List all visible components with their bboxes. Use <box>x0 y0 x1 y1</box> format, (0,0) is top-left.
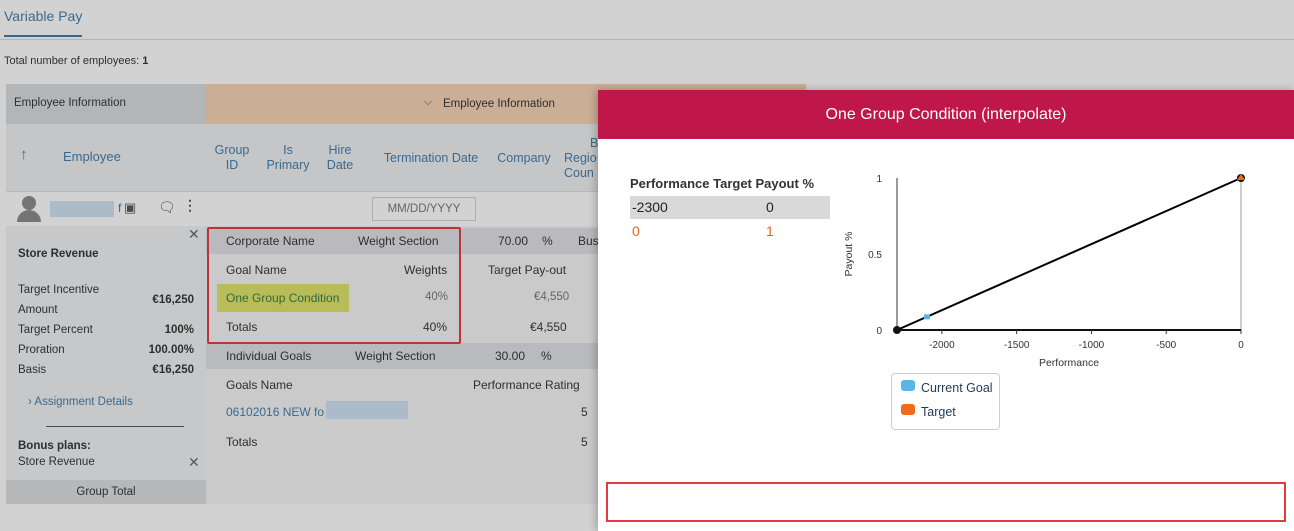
table-header-payout: Target Payout % <box>713 176 814 191</box>
x-tick-label: -1500 <box>1004 340 1030 351</box>
legend-swatch <box>901 380 915 391</box>
current-goal-point <box>923 314 930 320</box>
table-row: -2300 0 <box>630 196 830 219</box>
dialog-title: One Group Condition (interpolate) <box>598 90 1294 139</box>
table-cell-performance: 0 <box>632 223 640 239</box>
dialog-footer <box>606 482 1286 522</box>
table-cell-payout: 0 <box>766 199 774 215</box>
legend-swatch <box>901 404 915 415</box>
x-tick-label: -500 <box>1156 340 1176 351</box>
chart-legend: Current Goal Target <box>891 373 1000 430</box>
y-tick-label: 0.5 <box>868 250 882 261</box>
y-axis-label: Payout % <box>843 232 855 277</box>
target-line <box>896 177 1242 331</box>
target-line-point <box>893 326 901 334</box>
table-cell-performance: -2300 <box>632 199 668 215</box>
x-tick-label: -1000 <box>1079 340 1105 351</box>
legend-item-current-goal[interactable]: Current Goal <box>901 380 993 395</box>
table-header-performance: Performance <box>630 176 710 191</box>
legend-item-target[interactable]: Target <box>901 404 956 419</box>
interpolate-dialog: One Group Condition (interpolate) Perfor… <box>598 90 1294 531</box>
x-tick-label: 0 <box>1238 340 1244 351</box>
x-tick-label: -2000 <box>929 340 955 351</box>
payout-chart: 0 0.5 1 -2000 -1500 -1000 -500 0 Performance Payo… <box>843 174 1245 369</box>
x-axis-label: Performance <box>1039 357 1099 369</box>
table-cell-payout: 1 <box>766 223 774 239</box>
y-tick-label: 0 <box>876 326 882 337</box>
y-tick-label: 1 <box>876 174 882 185</box>
table-header: Performance Target Payout % <box>630 176 814 191</box>
